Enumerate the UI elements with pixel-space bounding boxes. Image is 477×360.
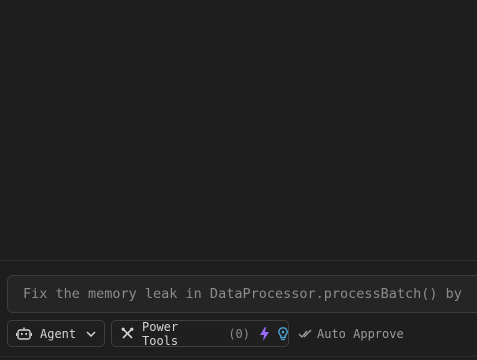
power-tools-button[interactable]: Power Tools (0) [111, 319, 289, 348]
chat-input[interactable]: Fix the memory leak in DataProcessor.pro… [7, 275, 477, 313]
auto-approve-toggle[interactable]: Auto Approve [298, 320, 404, 347]
chat-input-placeholder: Fix the memory leak in DataProcessor.pro… [23, 286, 462, 302]
robot-icon [16, 327, 32, 341]
tools-icon [121, 327, 134, 340]
chevron-down-icon [86, 330, 96, 337]
agent-mode-dropdown[interactable]: Agent [7, 320, 105, 347]
chat-history-area [0, 0, 477, 260]
auto-approve-label: Auto Approve [317, 326, 404, 341]
power-tools-label: Power Tools [142, 319, 179, 348]
bottom-divider [0, 356, 477, 357]
assistant-panel: Fix the memory leak in DataProcessor.pro… [0, 0, 477, 360]
double-check-icon [298, 329, 313, 339]
lightbulb-icon [278, 326, 288, 341]
agent-mode-label: Agent [40, 326, 77, 341]
panel-divider [0, 260, 477, 261]
lightning-icon [260, 326, 269, 341]
power-tools-count: (0) [228, 326, 250, 341]
composer-toolbar: Agent Power Tools (0) Auto Approve [0, 320, 477, 348]
